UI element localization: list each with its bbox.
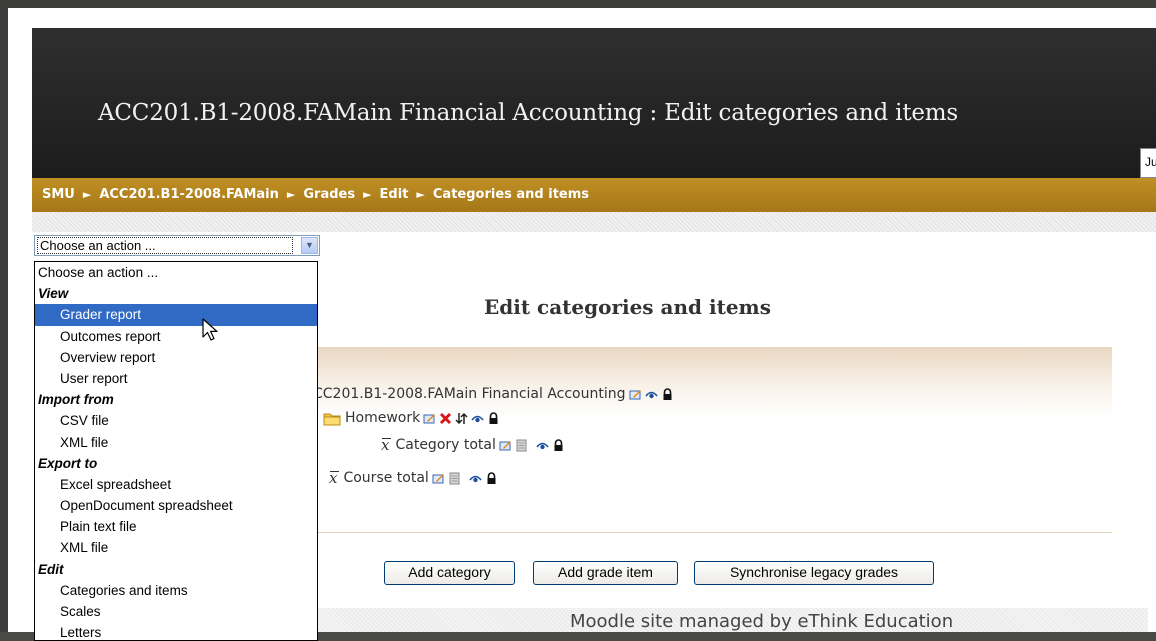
dropdown-group-label: Export to [38,455,98,471]
eye-visibility-icon[interactable] [644,388,658,401]
dropdown-option[interactable]: XML file [35,537,317,558]
add-grade-item-button[interactable]: Add grade item [533,561,678,585]
breadcrumb-separator-icon: ► [363,188,372,201]
dropdown-option[interactable]: Scales [35,601,317,622]
action-select[interactable]: Choose an action ... ▼ [34,235,320,256]
add-category-button[interactable]: Add category [384,561,515,585]
eye-visibility-icon[interactable] [471,412,484,425]
folder-icon [323,413,341,425]
navigation-bar: SMU ► ACC201.B1-2008.FAMain ► Grades ► Edit ► Ca… [32,178,1156,212]
dropdown-option[interactable]: OpenDocument spreadsheet [35,495,317,516]
page-content: ACC201.B1-2008.FAMain Financial Accounti… [0,0,1156,641]
lock-icon[interactable] [485,471,498,485]
site-header: ACC201.B1-2008.FAMain Financial Accounti… [32,28,1156,178]
mean-symbol-icon: x [329,469,340,487]
delete-icon[interactable] [439,412,452,425]
dropdown-option[interactable]: Grader report [35,304,317,326]
breadcrumb-separator-icon: ► [416,188,425,201]
dropdown-option[interactable]: Overview report [35,347,317,368]
dropdown-option[interactable]: CSV file [35,410,317,431]
action-dropdown-list[interactable]: Choose an action ... View Grader report Out… [34,261,318,641]
tree-row-course: CC201.B1-2008.FAMain Financial Accountin… [313,386,674,402]
edit-icon[interactable] [629,388,642,401]
tree-row-category: Homework [323,410,500,426]
breadcrumb-separator-icon: ► [82,188,92,201]
breadcrumb-item-course[interactable]: ACC201.B1-2008.FAMain [99,187,279,202]
edit-icon[interactable] [432,472,445,485]
course-name: CC201.B1-2008.FAMain Financial Accountin… [313,386,626,402]
course-total-label: Course total [343,470,429,486]
dropdown-group-label: Edit [38,561,64,577]
breadcrumb-separator-icon: ► [286,188,296,201]
lock-icon[interactable] [552,438,565,452]
dropdown-option[interactable]: User report [35,368,317,389]
dropdown-group-label: Import from [38,392,114,408]
breadcrumb-item-smu[interactable]: SMU [42,187,75,202]
edit-icon[interactable] [499,439,512,452]
lock-icon[interactable] [487,411,500,425]
breadcrumb-item-edit[interactable]: Edit [380,187,409,202]
dropdown-option[interactable]: Outcomes report [35,326,317,347]
calculator-icon[interactable] [448,472,461,485]
synchronise-legacy-grades-button[interactable]: Synchronise legacy grades [694,561,934,585]
calculator-icon[interactable] [515,439,528,452]
category-name: Homework [345,410,421,426]
action-select-value: Choose an action ... [37,237,293,254]
tree-row-course-total: x Course total [329,469,498,487]
page-title: Edit categories and items [484,295,771,319]
lock-icon[interactable] [661,387,674,401]
footer-text: Moodle site managed by eThink Education [570,611,954,632]
breadcrumb-item-current: Categories and items [432,187,590,202]
dropdown-option[interactable]: Choose an action ... [35,262,317,283]
category-total-label: Category total [395,437,496,453]
eye-visibility-icon[interactable] [469,472,482,485]
tree-row-category-total: x Category total [381,436,565,454]
breadcrumb-item-grades[interactable]: Grades [303,187,355,202]
dropdown-option[interactable]: Excel spreadsheet [35,474,317,495]
chevron-down-icon[interactable]: ▼ [301,237,318,254]
move-icon[interactable] [455,412,468,425]
mean-symbol-icon: x [381,436,392,454]
navbar-hatch-divider [32,212,1156,232]
dropdown-option[interactable]: XML file [35,432,317,453]
dropdown-group-label: View [38,286,69,302]
edit-icon[interactable] [423,412,436,425]
mouse-pointer-icon [202,318,218,341]
site-title: ACC201.B1-2008.FAMain Financial Accounti… [98,100,959,126]
language-menu[interactable]: Ju [1140,148,1156,178]
dropdown-option[interactable]: Categories and items [35,580,317,601]
eye-visibility-icon[interactable] [536,439,549,452]
dropdown-option[interactable]: Plain text file [35,516,317,537]
breadcrumb: SMU ► ACC201.B1-2008.FAMain ► Grades ► Edit ► Ca… [42,187,589,202]
